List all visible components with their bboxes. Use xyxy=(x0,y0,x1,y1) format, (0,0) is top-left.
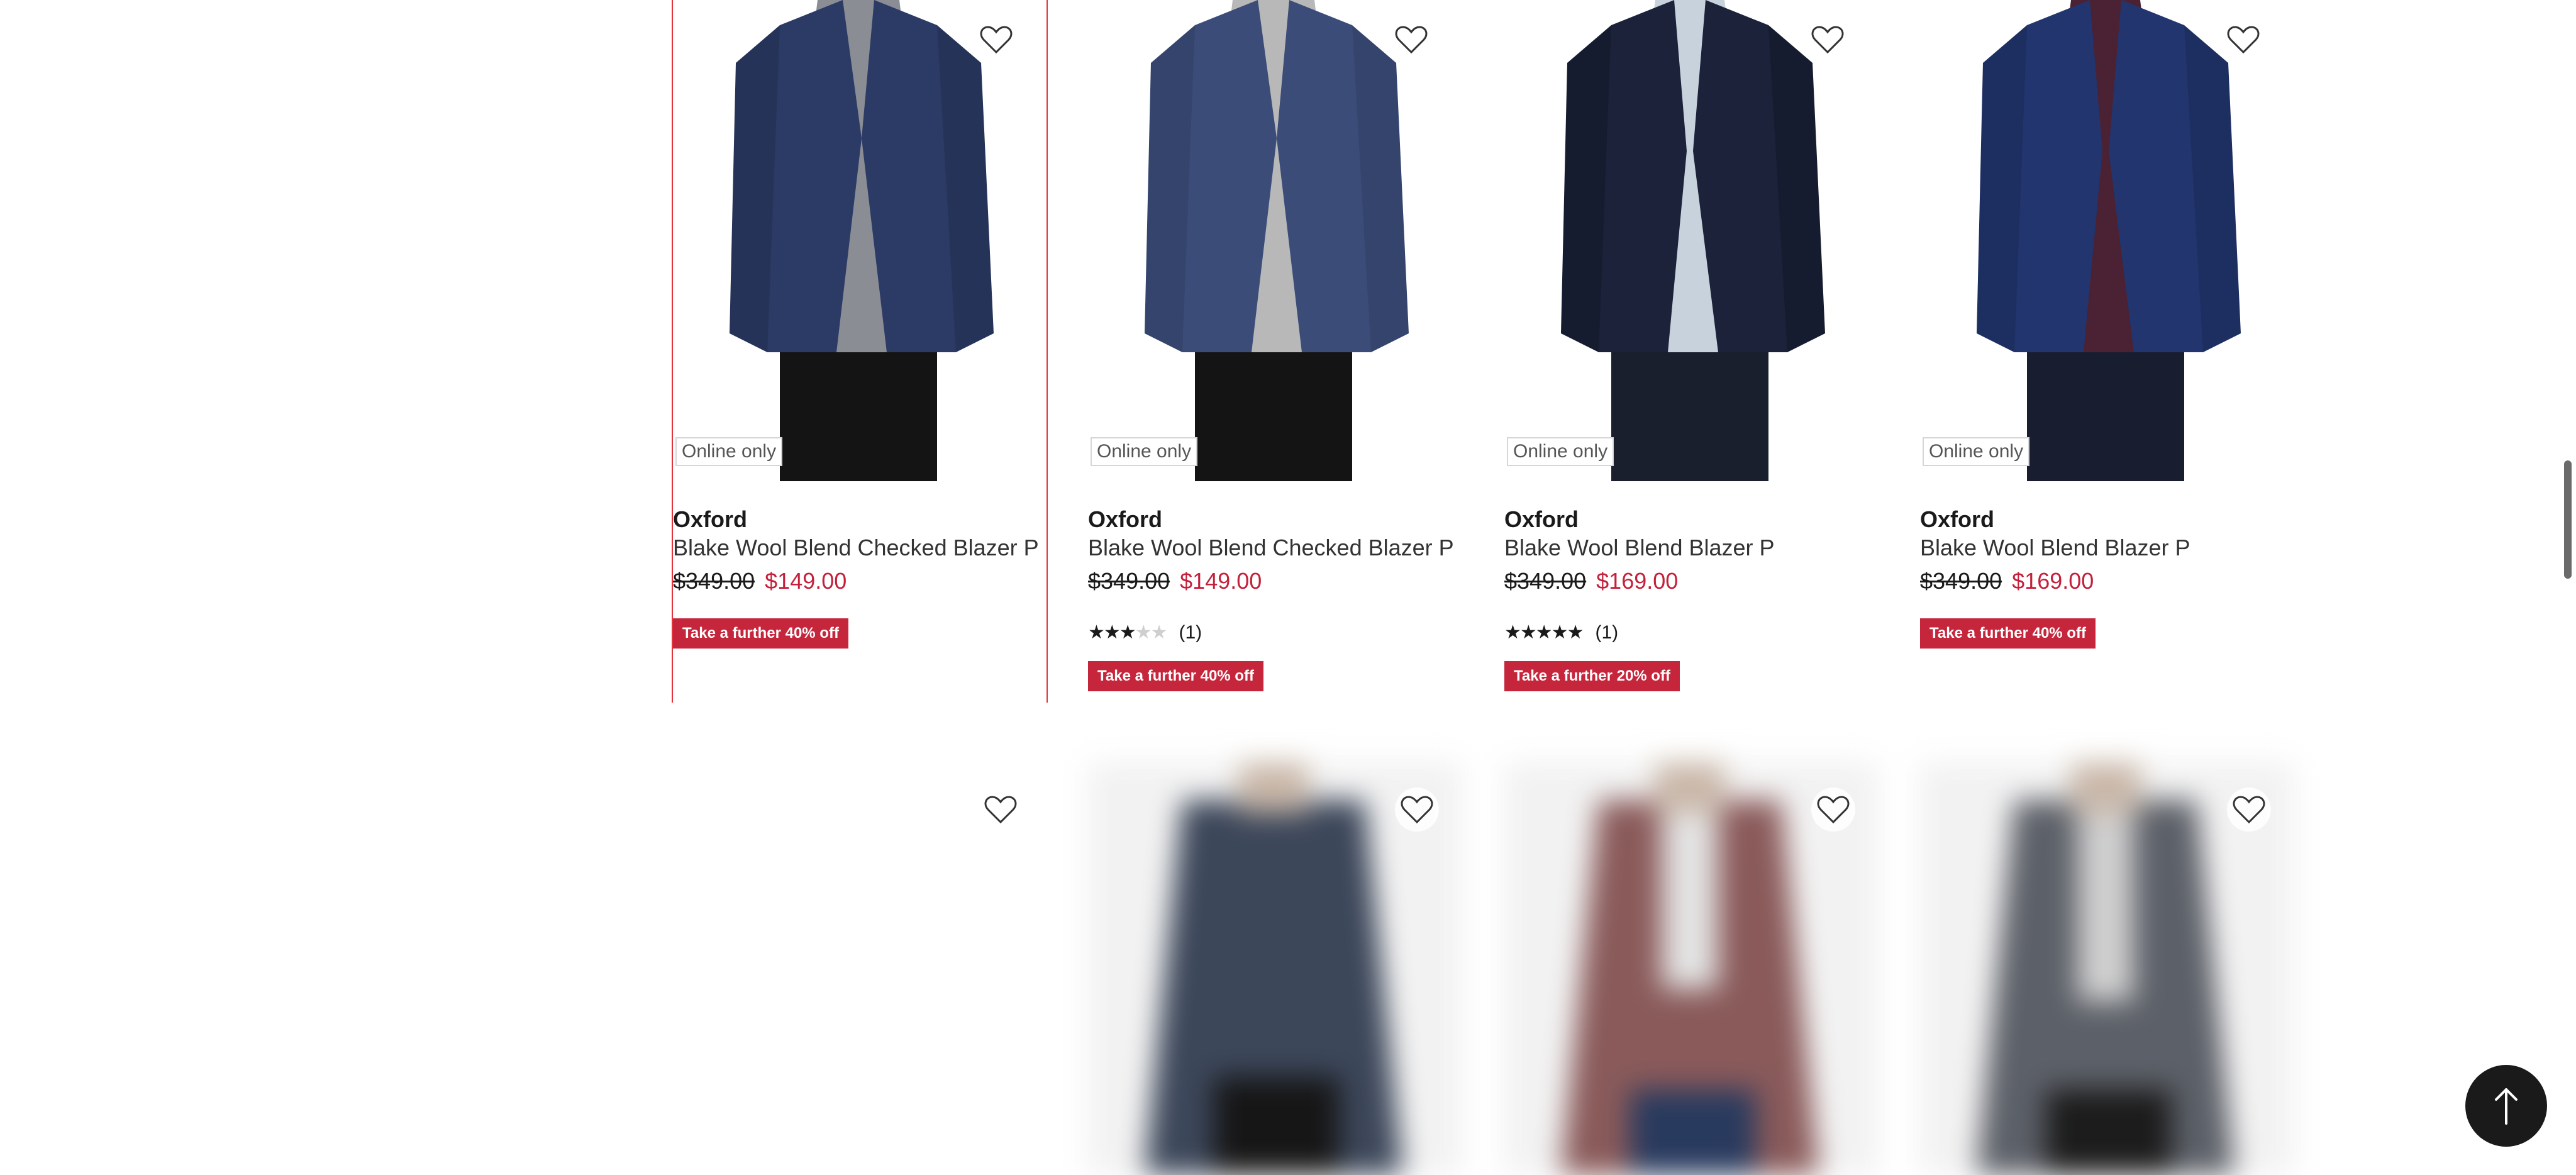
rating-stars: ★★★★★ xyxy=(1504,622,1584,643)
product-price: $349.00 $149.00 xyxy=(673,568,847,594)
product-brand[interactable]: Oxford xyxy=(1920,506,1994,533)
was-price: $349.00 xyxy=(1920,568,2002,594)
wishlist-heart-icon[interactable] xyxy=(1811,788,1855,832)
product-card[interactable]: Online only Oxford Blake Wool Blend Blaz… xyxy=(1504,0,1878,703)
wishlist-heart-icon[interactable] xyxy=(980,25,1024,69)
online-only-badge: Online only xyxy=(1507,437,1614,466)
product-card-loading[interactable] xyxy=(672,762,1045,1175)
product-brand[interactable]: Oxford xyxy=(673,506,747,533)
sale-price: $169.00 xyxy=(1596,568,1679,594)
was-price: $349.00 xyxy=(1504,568,1587,594)
product-card-loading[interactable] xyxy=(1504,762,1878,1175)
product-price: $349.00 $169.00 xyxy=(1504,568,1678,594)
was-price: $349.00 xyxy=(673,568,755,594)
online-only-badge: Online only xyxy=(1091,437,1198,466)
online-only-badge: Online only xyxy=(1923,437,2030,466)
arrow-up-icon xyxy=(2495,1088,2518,1125)
product-name[interactable]: Blake Wool Blend Blazer P xyxy=(1920,535,2190,561)
scrollbar-thumb[interactable] xyxy=(2564,460,2572,579)
promo-tag: Take a further 20% off xyxy=(1504,661,1680,691)
product-card[interactable]: Online only Oxford Blake Wool Blend Chec… xyxy=(672,0,1048,703)
product-image[interactable]: Online only xyxy=(673,0,1046,481)
product-card[interactable]: Online only Oxford Blake Wool Blend Blaz… xyxy=(1920,0,2294,703)
sale-price: $149.00 xyxy=(1180,568,1262,594)
wishlist-heart-icon[interactable] xyxy=(1811,25,1855,69)
product-name[interactable]: Blake Wool Blend Blazer P xyxy=(1504,535,1775,561)
promo-tag: Take a further 40% off xyxy=(1920,618,2096,649)
was-price: $349.00 xyxy=(1088,568,1170,594)
product-price: $349.00 $169.00 xyxy=(1920,568,2094,594)
promo-tag: Take a further 40% off xyxy=(673,618,848,649)
product-name[interactable]: Blake Wool Blend Checked Blazer P xyxy=(1088,535,1454,561)
wishlist-heart-icon[interactable] xyxy=(1395,788,1439,832)
product-brand[interactable]: Oxford xyxy=(1504,506,1579,533)
sale-price: $169.00 xyxy=(2012,568,2094,594)
rating[interactable]: ★★★★★ (1) xyxy=(1088,621,1202,643)
wishlist-heart-icon[interactable] xyxy=(2227,25,2271,69)
wishlist-heart-icon[interactable] xyxy=(979,788,1023,832)
rating[interactable]: ★★★★★ (1) xyxy=(1504,621,1618,643)
online-only-badge: Online only xyxy=(675,437,783,466)
product-image[interactable]: Online only xyxy=(1088,0,1462,481)
product-card-loading[interactable] xyxy=(1088,762,1462,1175)
product-card[interactable]: Online only Oxford Blake Wool Blend Chec… xyxy=(1088,0,1462,703)
review-count: (1) xyxy=(1595,621,1619,643)
product-name[interactable]: Blake Wool Blend Checked Blazer P xyxy=(673,535,1039,561)
product-brand[interactable]: Oxford xyxy=(1088,506,1162,533)
review-count: (1) xyxy=(1179,621,1202,643)
wishlist-heart-icon[interactable] xyxy=(2227,788,2271,832)
promo-tag: Take a further 40% off xyxy=(1088,661,1263,691)
sale-price: $149.00 xyxy=(765,568,847,594)
product-price: $349.00 $149.00 xyxy=(1088,568,1262,594)
product-card-loading[interactable] xyxy=(1920,762,2294,1175)
rating-stars: ★★★★★ xyxy=(1088,622,1167,643)
wishlist-heart-icon[interactable] xyxy=(1395,25,1439,69)
product-image[interactable]: Online only xyxy=(1504,0,1878,481)
product-image[interactable]: Online only xyxy=(1920,0,2294,481)
back-to-top-button[interactable] xyxy=(2465,1065,2547,1147)
